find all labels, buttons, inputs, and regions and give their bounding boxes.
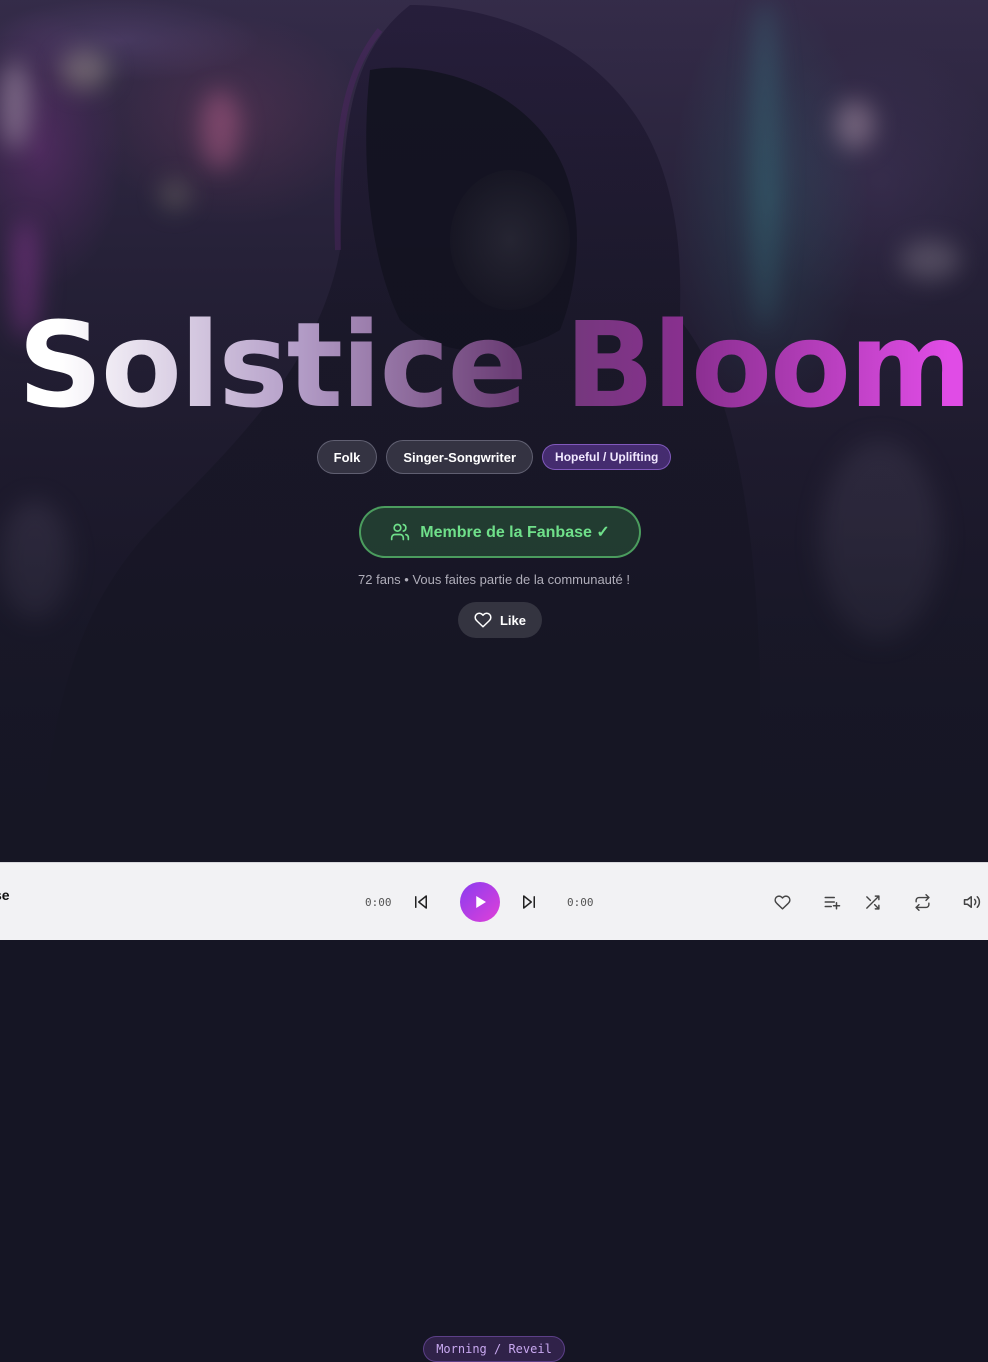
duration-time: 0:00: [567, 896, 594, 909]
volume-button[interactable]: [962, 892, 982, 912]
add-to-queue-button[interactable]: [822, 892, 842, 912]
now-playing-title[interactable]: se: [0, 887, 10, 903]
tag-genre-singer-songwriter[interactable]: Singer-Songwriter: [386, 440, 534, 474]
play-icon: [471, 893, 489, 911]
tag-list: Folk Singer-Songwriter Hopeful / Uplifti…: [0, 440, 988, 1362]
previous-track-button[interactable]: [411, 892, 431, 912]
repeat-icon: [914, 893, 931, 911]
artist-title: Solstice Bloom: [0, 300, 988, 430]
like-button[interactable]: Like: [458, 602, 542, 638]
tag-genre-folk[interactable]: Folk: [316, 440, 378, 474]
volume-icon: [963, 893, 981, 911]
users-icon: [390, 522, 410, 542]
shuffle-icon: [864, 894, 881, 911]
fanbase-member-button[interactable]: Membre de la Fanbase ✓: [359, 506, 641, 558]
shuffle-button[interactable]: [862, 892, 882, 912]
current-time: 0:00: [365, 896, 392, 909]
tag-time-of-day[interactable]: Morning / Reveil: [423, 1336, 565, 1362]
repeat-button[interactable]: [912, 892, 932, 912]
play-button[interactable]: [460, 882, 500, 922]
tag-mood[interactable]: Hopeful / Uplifting: [542, 444, 672, 470]
like-button-label: Like: [499, 612, 526, 628]
fanbase-count-note: 72 fans • Vous faites partie de la commu…: [358, 572, 630, 587]
favorite-button[interactable]: [772, 892, 792, 912]
next-track-button[interactable]: [519, 892, 539, 912]
add-to-queue-icon: [823, 893, 841, 911]
heart-icon: [773, 894, 791, 911]
skip-back-icon: [412, 893, 430, 911]
heart-icon: [474, 611, 492, 629]
fanbase-button-label: Membre de la Fanbase ✓: [420, 524, 610, 541]
skip-forward-icon: [520, 893, 538, 911]
